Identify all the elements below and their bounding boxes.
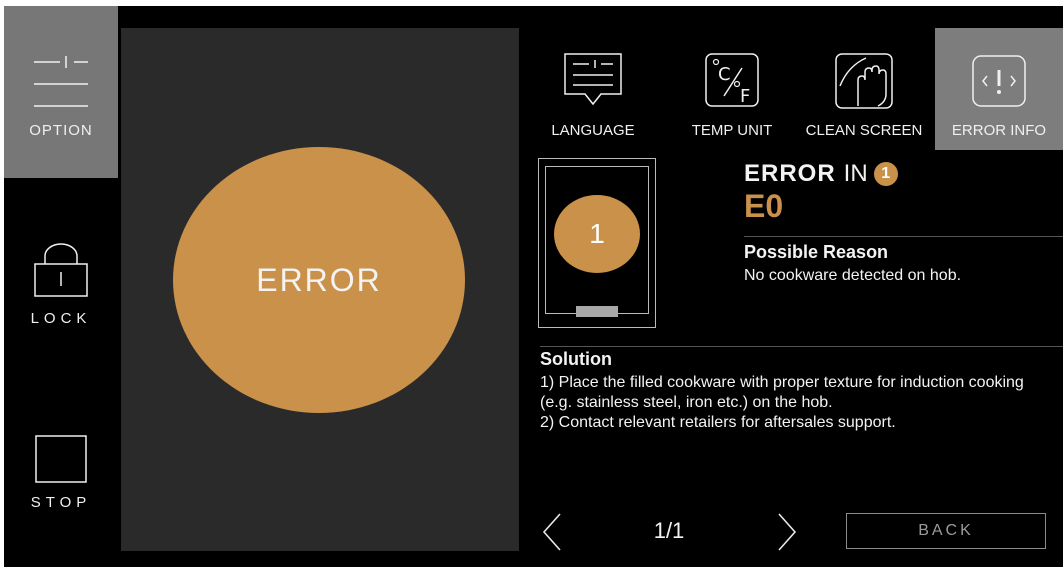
cooking-zone-panel: ERROR [121, 28, 519, 551]
option-button[interactable]: OPTION [4, 6, 118, 178]
language-icon [564, 53, 622, 106]
possible-reason-text: No cookware detected on hob. [744, 267, 962, 284]
possible-reason-heading: Possible Reason [744, 242, 889, 262]
error-status-text: ERROR [256, 261, 382, 298]
stop-label: STOP [30, 494, 92, 511]
clean-screen-icon [835, 53, 893, 109]
error-heading: ERROR IN 1 [744, 160, 898, 188]
chevron-left-icon [542, 513, 561, 551]
tab-temp-unit[interactable]: C F TEMP UNIT [677, 28, 787, 150]
svg-text:F: F [740, 86, 750, 107]
error-title: ERROR [744, 160, 836, 187]
tab-temp-unit-label: TEMP UNIT [691, 122, 773, 139]
solution-step-2: 2) Contact relevant retailers for afters… [540, 414, 896, 431]
error-zone-indicator[interactable]: ERROR [173, 147, 465, 413]
page-indicator: 1/1 [653, 518, 685, 543]
solution-heading: Solution [540, 349, 612, 369]
lock-button[interactable]: LOCK [4, 242, 118, 342]
tab-clean-screen-label: CLEAN SCREEN [805, 122, 923, 139]
stop-button[interactable]: STOP [4, 434, 118, 534]
chevron-right-icon [778, 513, 797, 551]
divider [744, 236, 1063, 237]
back-button[interactable]: BACK [846, 513, 1046, 549]
svg-text:C: C [718, 64, 731, 85]
solution-text: 1) Place the filled cookware with proper… [540, 373, 1060, 433]
lock-label: LOCK [30, 310, 92, 327]
hob-diagram: 1 [538, 158, 656, 328]
zone-badge: 1 [873, 162, 898, 186]
stop-icon [35, 435, 87, 483]
error-info-icon [972, 55, 1026, 107]
previous-page-button[interactable] [534, 510, 570, 554]
hob-control-slot [576, 306, 618, 317]
option-label: OPTION [29, 122, 93, 139]
divider [540, 346, 1063, 347]
tab-clean-screen[interactable]: CLEAN SCREEN [799, 28, 929, 150]
option-sliders-icon [34, 56, 88, 107]
hob-zone-number: 1 [589, 218, 605, 249]
temp-unit-icon: C F [705, 53, 759, 107]
screen: OPTION LOCK STOP ERROR LANGUAGE C F TEMP… [0, 0, 1063, 571]
next-page-button[interactable] [769, 510, 805, 554]
hob-display: OPTION LOCK STOP ERROR LANGUAGE C F TEMP… [4, 6, 1063, 567]
tab-language-label: LANGUAGE [551, 122, 635, 139]
solution-step-1: 1) Place the filled cookware with proper… [540, 374, 1024, 411]
error-in-label: IN [843, 160, 868, 187]
lock-icon [34, 243, 88, 297]
tab-error-info[interactable]: ERROR INFO [935, 28, 1063, 150]
tab-language[interactable]: LANGUAGE [536, 28, 650, 150]
tab-error-info-label: ERROR INFO [951, 122, 1047, 139]
hob-zone: 1 [554, 195, 640, 273]
error-code: E0 [744, 188, 784, 224]
